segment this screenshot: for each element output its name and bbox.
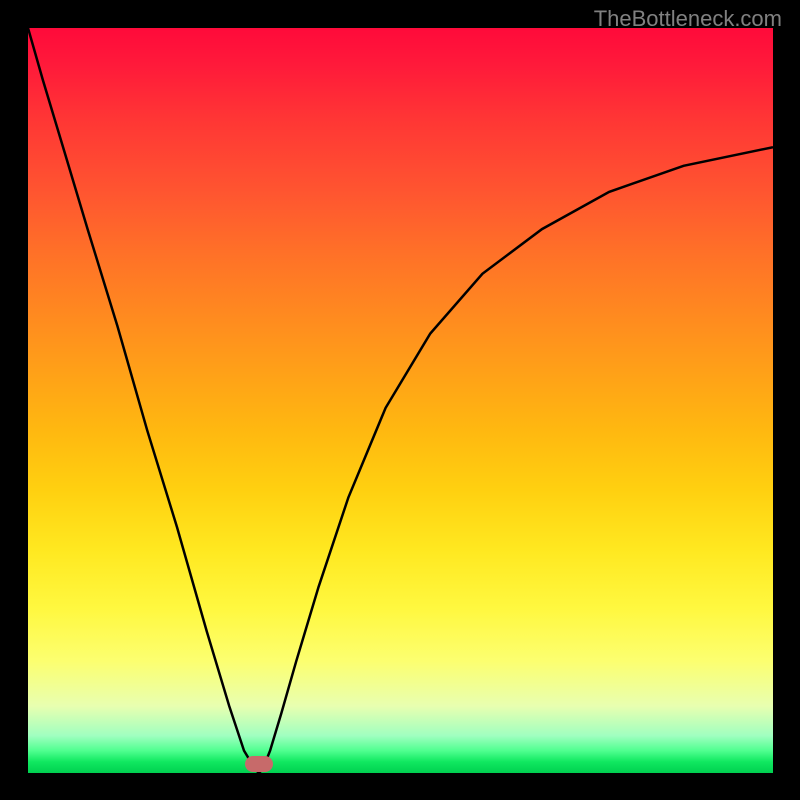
watermark-text: TheBottleneck.com	[594, 6, 782, 32]
chart-plot-area	[28, 28, 773, 773]
bottleneck-curve-path	[28, 28, 773, 773]
curve-svg	[28, 28, 773, 773]
bottleneck-marker	[245, 756, 273, 772]
